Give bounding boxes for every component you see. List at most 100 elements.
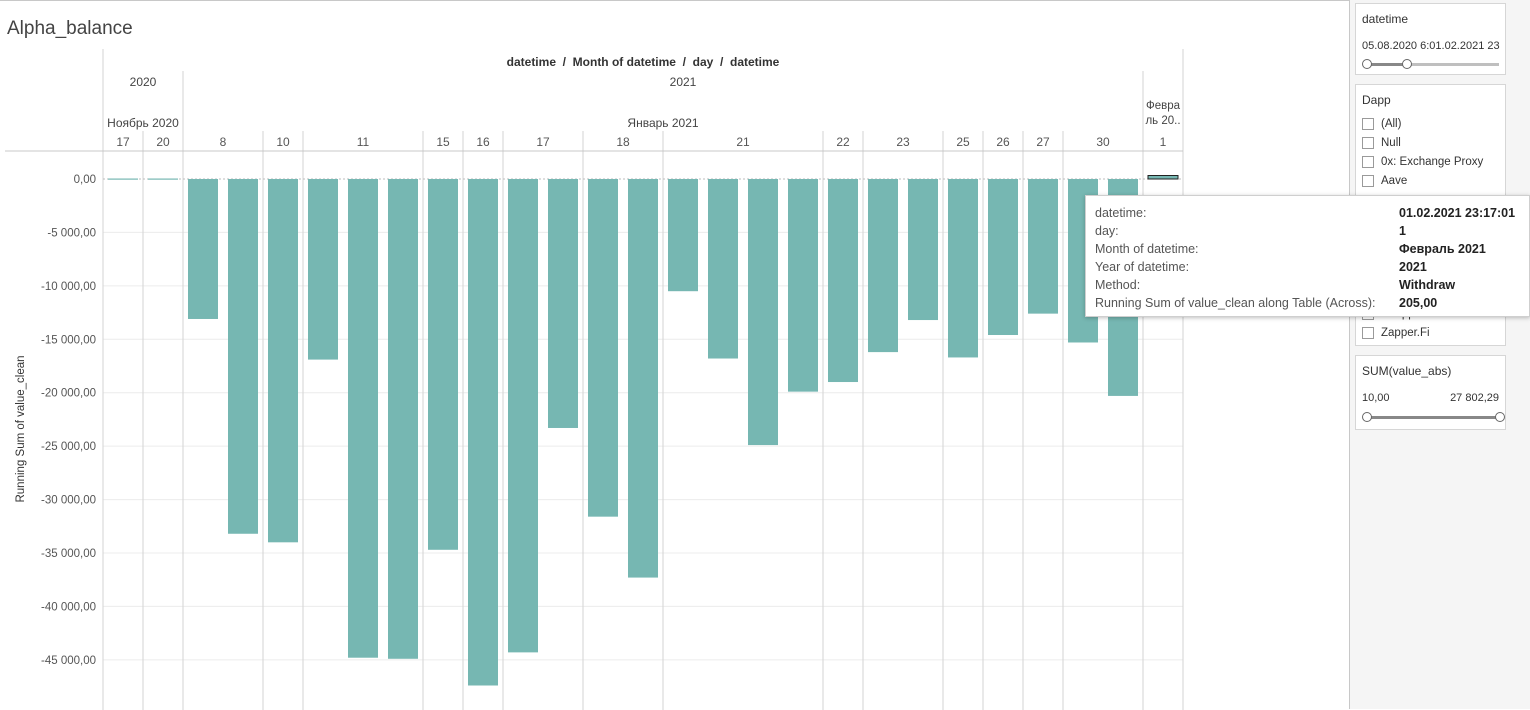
y-tick-label: -30 000,00 [41,495,96,507]
bar [388,179,418,659]
y-tick-label: -20 000,00 [41,388,96,400]
y-tick-label: -45 000,00 [41,655,96,667]
bar [828,179,858,383]
tooltip-value: 2021 [1399,260,1427,274]
datetime-slider-track[interactable] [1362,59,1499,69]
dapp-option-null[interactable]: Null [1362,137,1401,155]
day-label: 30 [1096,135,1110,149]
bar [188,179,218,319]
column-header: datetime / Month of datetime / day / dat… [507,55,780,69]
day-label: 18 [616,135,630,149]
bar [748,179,778,446]
day-label: 26 [996,135,1010,149]
dapp-option-label: (All) [1381,118,1402,130]
sum-value-abs-slider-start-handle[interactable] [1362,412,1372,422]
bar [908,179,938,321]
tooltip-value: 205,00 [1399,296,1438,310]
tooltip-key: datetime: [1095,206,1147,220]
tooltip-value: Withdraw [1399,278,1456,292]
sum-value-abs-slider-end-handle[interactable] [1495,412,1505,422]
month-label: Ноябрь 2020 [107,116,179,130]
y-tick-label: -25 000,00 [41,441,96,453]
bar [108,178,138,180]
bar [308,179,338,360]
bar-selected [1147,175,1179,180]
day-label: 10 [276,135,290,149]
bar [1028,179,1058,314]
dapp-filter-title: Dapp [1362,93,1391,107]
tooltip-key: Year of datetime: [1095,260,1190,274]
checkbox[interactable] [1362,118,1374,130]
day-label: 25 [956,135,970,149]
viz-workspace: Alpha_balance 2020 2021 Ноябрь 2020 Январь … [0,0,1350,710]
dapp-option-label: Null [1381,137,1401,149]
year-label: 2021 [670,75,697,89]
dapp-option-all[interactable]: (All) [1362,118,1401,136]
bar [148,178,178,180]
datetime-filter-card: datetime 05.08.2020 6:01.02.2021 23 [1355,3,1506,75]
checkbox[interactable] [1362,156,1374,168]
day-label: 8 [220,135,227,149]
y-tick-label: -5 000,00 [47,227,96,239]
tooltip-key: day: [1095,224,1119,238]
bar [268,179,298,543]
y-tick-label: 0,00 [74,174,96,186]
bar [628,179,658,578]
day-label: 17 [116,135,130,149]
sum-value-abs-max: 27 802,29 [1450,392,1499,404]
tooltip-key: Month of datetime: [1095,242,1199,256]
month-label: Январь 2021 [627,116,698,130]
bar [588,179,618,517]
month-label-line: ль 20.. [1145,115,1180,127]
day-label: 15 [436,135,450,149]
bar [708,179,738,359]
datetime-slider-start-handle[interactable] [1362,59,1372,69]
bar [228,179,258,534]
bar [348,179,378,658]
sum-value-abs-slider-fill [1366,416,1499,419]
bar-chart: 2020 2021Ноябрь 2020 Январь 2021Февра ль 20… [5,49,1184,710]
sum-value-abs-slider-track[interactable] [1362,412,1505,422]
bar [988,179,1018,336]
dapp-option-label: Aave [1381,175,1408,187]
bar [508,179,538,653]
day-label: 11 [357,135,370,149]
bar [868,179,898,353]
day-label: 20 [156,135,170,149]
y-tick-label: -10 000,00 [41,281,96,293]
y-tick-label: -15 000,00 [41,334,96,346]
tooltip-value: 1 [1399,224,1406,238]
dapp-option-label: 0x: Exchange Proxy [1381,156,1484,168]
day-label: 17 [536,135,550,149]
datetime-filter-title: datetime [1362,12,1409,26]
filter-sidebar: datetime 05.08.2020 6:01.02.2021 23 Dapp… [1350,0,1530,709]
y-tick-label: -35 000,00 [41,548,96,560]
day-label: 23 [896,135,910,149]
tooltip-key: Running Sum of value_clean along Table (… [1095,296,1376,310]
dapp-option-0x-exchange-proxy[interactable]: 0x: Exchange Proxy [1362,156,1483,174]
bar [948,179,978,358]
sum-value-abs-filter-title: SUM(value_abs) [1362,364,1452,378]
tooltip-value: 01.02.2021 23:17:01 [1399,206,1516,220]
bar [548,179,578,428]
dapp-option-zapper-fi[interactable]: Zapper.Fi [1362,327,1430,345]
month-label-line: Февра [1146,100,1181,112]
checkbox[interactable] [1362,137,1374,149]
bar [468,179,498,686]
day-label: 27 [1036,135,1050,149]
checkbox[interactable] [1362,175,1374,187]
datetime-slider-end-handle[interactable] [1401,59,1412,69]
dapp-option-label: Zapper.Fi [1381,327,1430,339]
month-label: Февра ль 20.. [1145,100,1180,127]
tooltip-key: Method: [1095,278,1141,292]
year-label: 2020 [130,75,157,89]
dapp-option-aave[interactable]: Aave [1362,175,1407,193]
sum-value-abs-filter-card: SUM(value_abs) 10,00 27 802,29 [1355,355,1506,430]
day-label: 16 [476,135,490,149]
datetime-range-text: 05.08.2020 6:01.02.2021 23 [1362,40,1500,52]
day-label: 1 [1160,135,1167,149]
bar [788,179,818,392]
mark-tooltip: datetime: 01.02.2021 23:17:01 day: 1 Mon… [1085,195,1530,317]
day-label: 21 [736,135,750,149]
checkbox[interactable] [1362,327,1374,339]
